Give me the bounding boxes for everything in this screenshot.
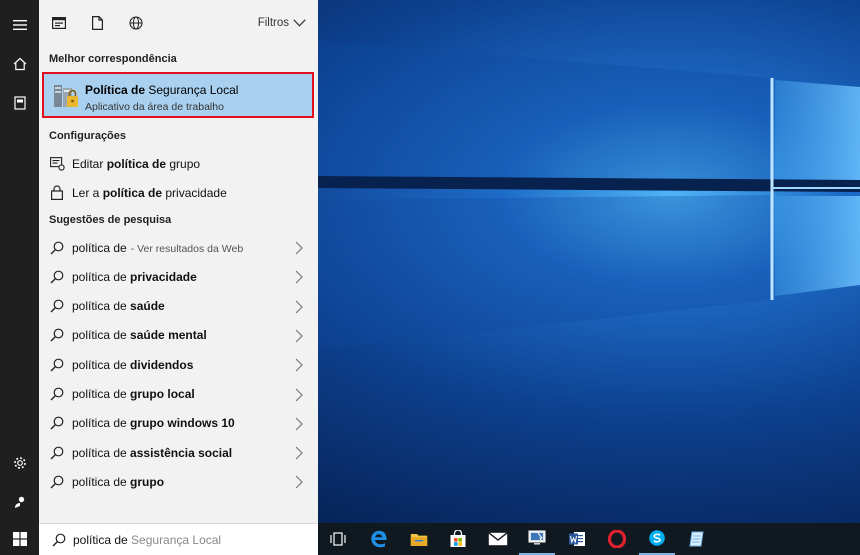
mail-icon[interactable] [480, 523, 516, 555]
search-icon [51, 532, 67, 548]
suggestion-row[interactable]: política de grupo windows 10 [39, 409, 318, 438]
best-match-header: Melhor correspondência [49, 53, 177, 65]
suggestion-row[interactable]: política de - Ver resultados da Web [39, 233, 318, 262]
search-icon [49, 474, 65, 490]
opera-icon[interactable] [599, 523, 635, 555]
suggestion-row[interactable]: política de dividendos [39, 350, 318, 379]
chevron-right-icon[interactable] [294, 358, 304, 372]
chevron-right-icon[interactable] [294, 329, 304, 343]
settings-gear-icon[interactable] [0, 443, 39, 483]
globe-filter-icon[interactable] [126, 13, 146, 33]
suggestion-text: política de dividendos [72, 357, 194, 372]
search-icon [49, 327, 65, 343]
notes-icon[interactable] [679, 523, 715, 555]
search-icon [49, 240, 65, 256]
start-button[interactable] [0, 523, 39, 555]
settings-item-edit-group-policy[interactable]: Editar política de grupo [39, 149, 318, 178]
suggestion-text: política de privacidade [72, 269, 197, 284]
best-match-subtitle: Aplicativo da área de trabalho [85, 101, 224, 113]
home-icon[interactable] [0, 44, 39, 84]
document-filter-icon[interactable] [87, 13, 107, 33]
chevron-right-icon[interactable] [294, 388, 304, 402]
suggestion-row[interactable]: política de saúde mental [39, 321, 318, 350]
suggestion-row[interactable]: política de assistência social [39, 438, 318, 467]
filters-dropdown[interactable]: Filtros [258, 17, 306, 29]
best-match-title: Política de Segurança Local [85, 83, 239, 97]
suggestion-text: política de grupo [72, 474, 165, 489]
chevron-right-icon[interactable] [294, 241, 304, 255]
windows-logo-icon [12, 532, 27, 546]
suggestion-text: política de grupo windows 10 [72, 416, 235, 431]
suggestion-text: política de saúde mental [72, 328, 207, 343]
search-icon [49, 298, 65, 314]
best-match-result[interactable]: Política de Segurança Local Aplicativo d… [42, 72, 314, 118]
search-suggestions-header: Sugestões de pesquisa [49, 214, 172, 226]
suggestion-text: política de grupo local [72, 387, 195, 401]
search-icon [49, 386, 65, 402]
store-icon[interactable] [440, 523, 476, 555]
suggestion-row[interactable]: política de grupo [39, 467, 318, 496]
chevron-right-icon[interactable] [294, 475, 304, 489]
chevron-right-icon[interactable] [294, 446, 304, 460]
feedback-icon[interactable] [0, 482, 39, 522]
system-tool-icon[interactable] [519, 523, 555, 555]
notebook-icon[interactable] [0, 83, 39, 123]
skype-icon[interactable] [639, 523, 675, 555]
task-view-icon[interactable] [320, 523, 356, 555]
suggestion-text: política de saúde [72, 299, 165, 314]
word-icon[interactable] [559, 523, 595, 555]
chevron-right-icon[interactable] [294, 417, 304, 431]
chevron-down-icon [293, 19, 306, 27]
settings-header: Configurações [49, 130, 127, 142]
suggestion-row[interactable]: política de grupo local [39, 380, 318, 409]
search-icon [49, 445, 65, 461]
search-icon [49, 269, 65, 285]
local-security-policy-icon [54, 85, 78, 107]
suggestion-row[interactable]: política de privacidade [39, 262, 318, 291]
edge-icon[interactable] [361, 523, 397, 555]
file-explorer-icon[interactable] [401, 523, 437, 555]
hamburger-menu-icon[interactable] [0, 5, 39, 45]
settings-item-privacy-policy[interactable]: Ler a política de privacidade [39, 178, 318, 207]
start-left-rail [0, 0, 39, 523]
search-icon [49, 415, 65, 431]
search-results-panel: Filtros Melhor correspondência Política … [39, 0, 318, 523]
search-query-text: política de Segurança Local [73, 532, 222, 547]
suggestion-row[interactable]: política de saúde [39, 292, 318, 321]
suggestion-text: política de - Ver resultados da Web [72, 240, 244, 255]
search-toolbar: Filtros [39, 0, 318, 46]
search-icon [49, 357, 65, 373]
chevron-right-icon[interactable] [294, 270, 304, 284]
suggestion-text: política de assistência social [72, 445, 233, 460]
taskbar-search-box[interactable]: política de Segurança Local [39, 523, 318, 555]
apps-filter-icon[interactable] [49, 13, 69, 33]
chevron-right-icon[interactable] [294, 300, 304, 314]
settings-policy-icon [49, 156, 65, 172]
filters-label: Filtros [257, 17, 289, 29]
lock-icon [49, 185, 65, 201]
